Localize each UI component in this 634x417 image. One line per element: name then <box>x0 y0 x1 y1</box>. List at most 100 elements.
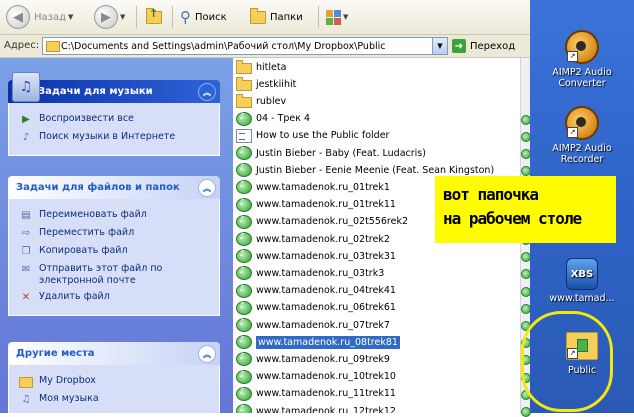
file-row[interactable]: www.tamadenok.ru_09trek9 <box>236 351 390 367</box>
desktop-icon-tamadenok[interactable]: XBS www.tamad... <box>534 258 630 304</box>
file-name: www.tamadenok.ru_03trk3 <box>256 267 385 279</box>
play-all-link[interactable]: ▶ Воспроизвести все <box>19 113 211 127</box>
audio-file-icon <box>236 197 252 212</box>
collapse-chevron-icon[interactable]: ︽ <box>198 179 216 197</box>
my-dropbox-link[interactable]: My Dropbox <box>19 375 211 389</box>
aimp-icon: ↗ <box>565 106 599 140</box>
folder-icon <box>19 375 33 389</box>
back-button[interactable]: ◀ Назад ▼ <box>6 4 73 30</box>
address-label: Адрес: <box>4 40 40 51</box>
delete-file-link[interactable]: ✕ Удалить файл <box>19 291 211 305</box>
file-row[interactable]: www.tamadenok.ru_03trek31 <box>236 248 396 264</box>
audio-file-icon <box>236 266 252 281</box>
email-icon: ✉ <box>21 264 31 275</box>
music-tasks-header[interactable]: ♫ Задачи для музыки ︽ <box>8 72 220 103</box>
collapse-chevron-icon[interactable]: ︽ <box>198 83 216 101</box>
folders-button[interactable]: Папки <box>250 4 303 30</box>
back-label: Назад <box>34 11 67 23</box>
desktop-icon-aimp-recorder[interactable]: ↗ AIMP2 Audio Recorder <box>542 106 622 165</box>
file-tasks-header[interactable]: Задачи для файлов и папок ︽ <box>8 176 220 199</box>
file-row[interactable]: www.tamadenok.ru_03trk3 <box>236 265 384 281</box>
email-file-link[interactable]: ✉ Отправить этот файл по электронной поч… <box>19 263 211 287</box>
file-row[interactable]: www.tamadenok.ru_02t556rek2 <box>236 214 408 230</box>
music-tasks-title: Задачи для музыки <box>38 86 153 97</box>
task-label: Воспроизвести все <box>39 113 134 124</box>
file-name: www.tamadenok.ru_11trek11 <box>256 388 396 400</box>
audio-file-icon <box>236 249 252 264</box>
go-button[interactable]: ➔ Переход <box>452 37 515 55</box>
folder-icon <box>236 93 252 108</box>
file-row[interactable]: www.tamadenok.ru_12trek12 <box>236 403 396 413</box>
collapse-chevron-icon[interactable]: ︽ <box>198 345 216 363</box>
file-row[interactable]: hitleta <box>236 59 286 75</box>
shortcut-arrow-icon: ↗ <box>567 51 578 62</box>
address-dropdown-icon[interactable]: ▼ <box>432 38 447 54</box>
audio-file-icon <box>236 163 252 178</box>
folder-icon <box>46 41 60 52</box>
rename-file-link[interactable]: ▤ Переименовать файл <box>19 209 211 223</box>
desktop-icon-label: AIMP2 Audio <box>552 143 612 154</box>
desktop-icon-aimp-converter[interactable]: ↗ AIMP2 Audio Converter <box>542 30 622 89</box>
audio-file-icon <box>236 300 252 315</box>
file-row[interactable]: Justin Bieber - Baby (Feat. Ludacris) <box>236 145 426 161</box>
file-row[interactable]: rublev <box>236 93 286 109</box>
file-row[interactable]: How to use the Public folder <box>236 128 389 144</box>
forward-arrow-icon: ▶ <box>94 5 118 29</box>
file-name: www.tamadenok.ru_02trek2 <box>256 233 390 245</box>
file-tasks-title: Задачи для файлов и папок <box>16 182 180 193</box>
audio-file-icon <box>236 352 252 367</box>
file-name: www.tamadenok.ru_12trek12 <box>256 405 396 414</box>
file-row[interactable]: 04 - Трек 4 <box>236 111 310 127</box>
back-dropdown-icon[interactable]: ▼ <box>68 13 73 21</box>
file-name: www.tamadenok.ru_01trek1 <box>256 181 390 193</box>
my-music-link[interactable]: ♫ Моя музыка <box>19 393 211 407</box>
audio-file-icon <box>236 232 252 246</box>
file-name: hitleta <box>256 61 287 73</box>
desktop-icon-label: Recorder <box>560 154 604 165</box>
folder-icon <box>236 76 252 91</box>
file-row[interactable]: www.tamadenok.ru_08trek81 <box>236 334 400 350</box>
audio-file-icon <box>236 335 252 350</box>
address-path: C:\Documents and Settings\admin\Рабочий … <box>61 40 386 52</box>
audio-file-icon <box>236 180 252 195</box>
file-row[interactable]: www.tamadenok.ru_06trek61 <box>236 300 396 316</box>
copy-file-link[interactable]: ❐ Копировать файл <box>19 245 211 259</box>
views-button[interactable]: ▼ <box>326 4 348 30</box>
audio-file-icon <box>236 283 252 298</box>
go-label: Переход <box>470 40 516 52</box>
forward-dropdown-icon[interactable]: ▼ <box>120 13 125 21</box>
file-row[interactable]: www.tamadenok.ru_01trek11 <box>236 197 396 213</box>
globe-music-icon: ♪ <box>22 132 30 143</box>
desktop-icon-label: www.tamad... <box>549 293 615 304</box>
folders-icon <box>250 7 266 24</box>
move-file-link[interactable]: ⇨ Переместить файл <box>19 227 211 241</box>
back-arrow-icon: ◀ <box>6 5 30 29</box>
file-row[interactable]: www.tamadenok.ru_11trek11 <box>236 386 396 402</box>
file-row[interactable]: jestkiihit <box>236 76 296 92</box>
file-row[interactable]: www.tamadenok.ru_07trek7 <box>236 317 390 333</box>
task-label: Моя музыка <box>39 393 99 404</box>
search-label: Поиск <box>195 11 227 23</box>
file-row[interactable]: www.tamadenok.ru_04trek41 <box>236 283 396 299</box>
file-name: www.tamadenok.ru_07trek7 <box>256 319 390 331</box>
music-folder-icon: ♫ <box>21 394 31 405</box>
other-places-header[interactable]: Другие места ︽ <box>8 342 220 365</box>
forward-button[interactable]: ▶ ▼ <box>94 4 125 30</box>
file-name: www.tamadenok.ru_04trek41 <box>256 285 396 297</box>
toolbar: ◀ Назад ▼ ▶ ▼ ↑ ⚲ Поиск Папки ▼ <box>0 0 530 35</box>
file-row[interactable]: www.tamadenok.ru_01trek1 <box>236 179 390 195</box>
audio-file-icon <box>236 369 252 384</box>
up-folder-button[interactable]: ↑ <box>146 4 162 30</box>
file-row[interactable]: www.tamadenok.ru_10trek10 <box>236 369 396 385</box>
audio-file-icon <box>236 214 252 229</box>
audio-file-icon <box>236 404 252 413</box>
audio-file-icon <box>236 318 252 332</box>
file-name: www.tamadenok.ru_02t556rek2 <box>256 216 409 228</box>
file-name: www.tamadenok.ru_09trek9 <box>256 353 390 365</box>
file-row[interactable]: www.tamadenok.ru_02trek2 <box>236 231 390 247</box>
music-folder-icon: ♫ <box>12 72 40 102</box>
address-input[interactable]: C:\Documents and Settings\admin\Рабочий … <box>42 37 448 55</box>
search-button[interactable]: ⚲ Поиск <box>180 4 227 30</box>
search-music-online-link[interactable]: ♪ Поиск музыки в Интернете <box>19 131 211 145</box>
address-bar: Адрес: C:\Documents and Settings\admin\Р… <box>0 35 530 58</box>
